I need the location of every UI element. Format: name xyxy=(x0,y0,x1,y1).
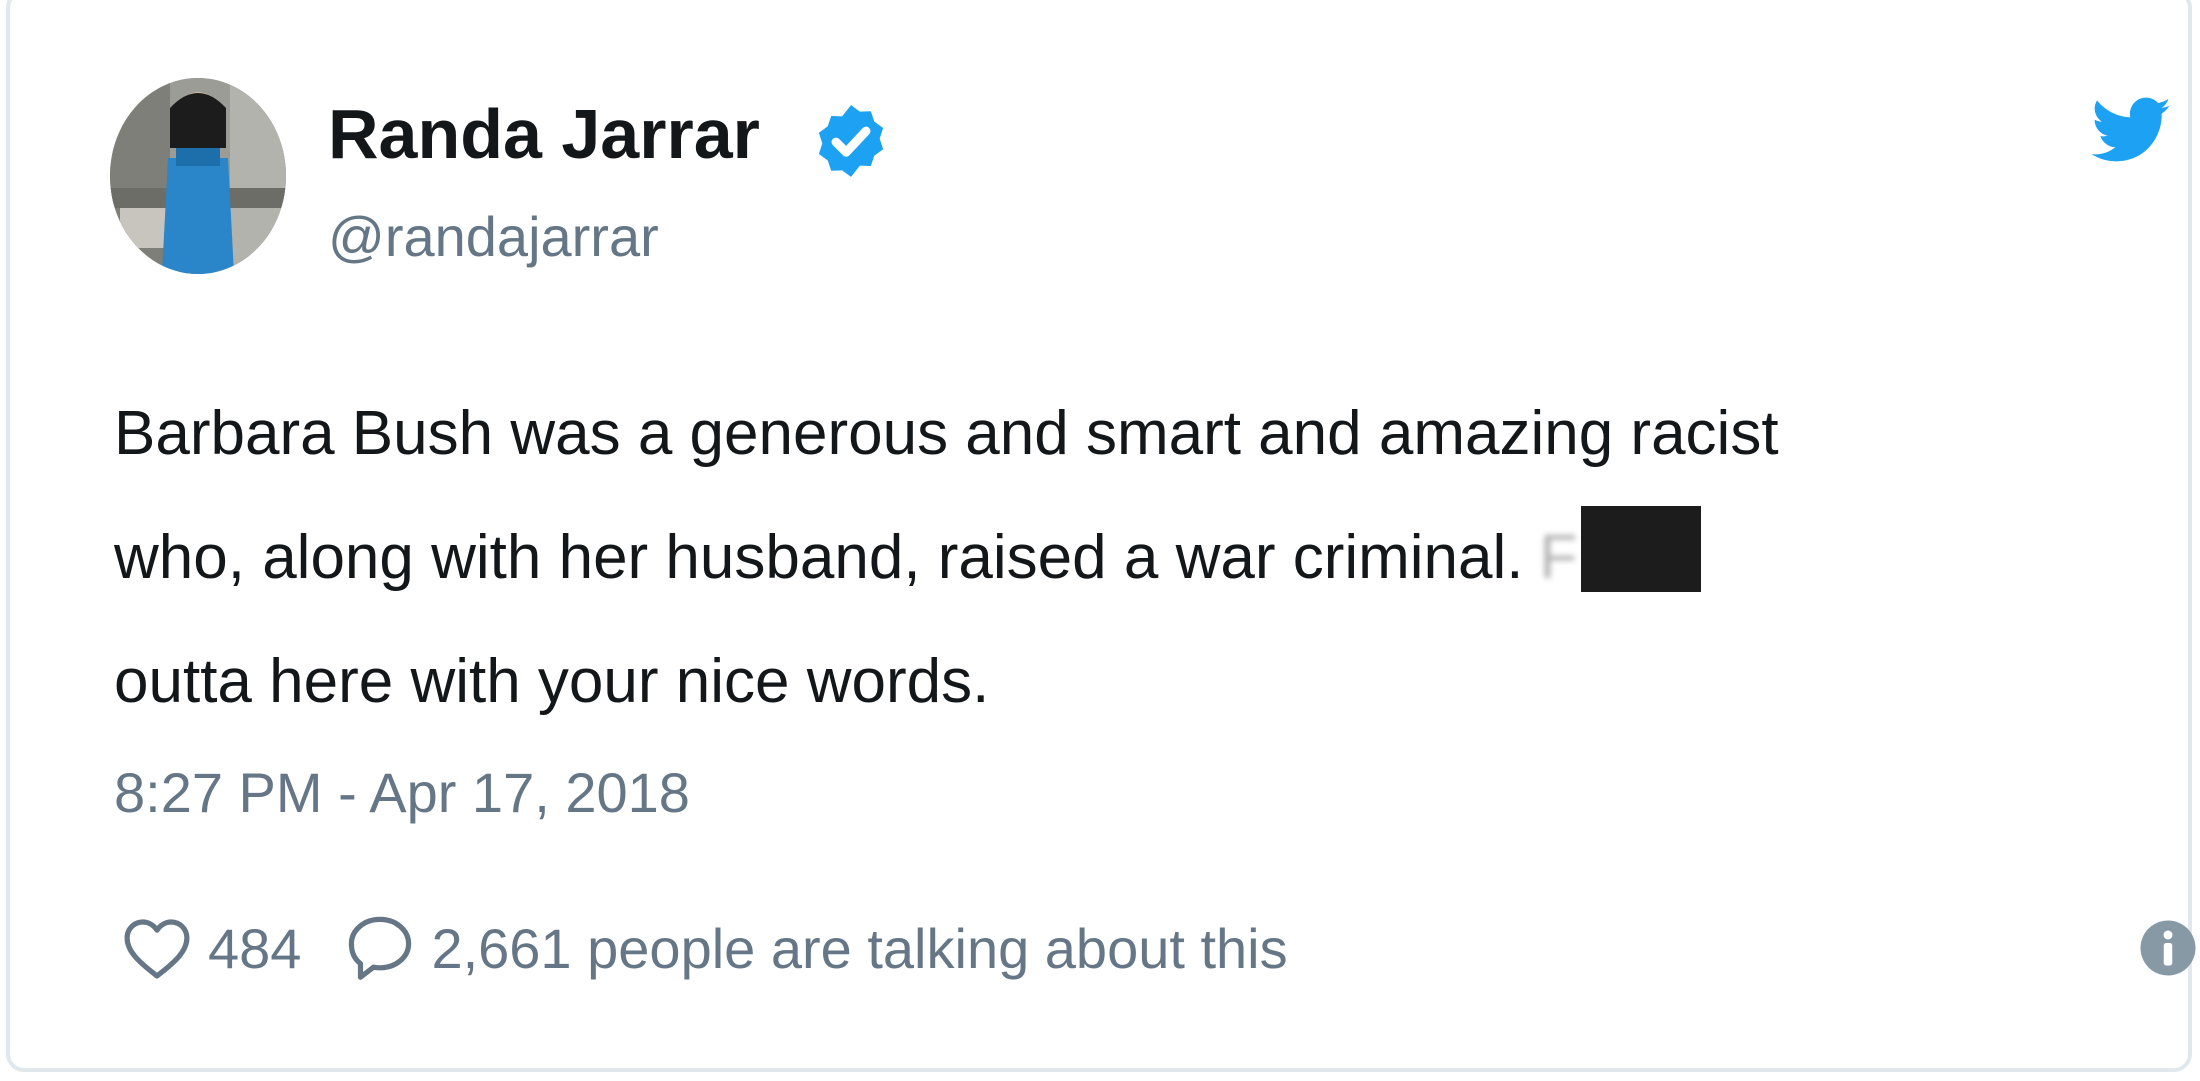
verified-badge-icon xyxy=(818,105,884,177)
talking-count[interactable]: 2,661 people are talking about this xyxy=(431,916,1287,981)
redaction-box xyxy=(1581,506,1702,592)
like-count[interactable]: 484 xyxy=(208,916,301,981)
author-handle[interactable]: @randajarrar xyxy=(328,202,659,272)
avatar[interactable] xyxy=(110,78,286,274)
tweet-line-2-text: who, along with her husband, raised a wa… xyxy=(114,523,1524,592)
info-icon[interactable] xyxy=(2138,918,2198,978)
action-bar: 484 2,661 people are talking about this xyxy=(118,908,1288,988)
tweet-timestamp[interactable]: 8:27 PM - Apr 17, 2018 xyxy=(114,758,690,828)
blurred-letter: F xyxy=(1539,523,1578,592)
speech-bubble-icon[interactable] xyxy=(341,909,419,987)
heart-icon[interactable] xyxy=(118,909,196,987)
tweet-card: Randa Jarrar @randajarrar Barbara Bush w… xyxy=(6,0,2196,1072)
author-name[interactable]: Randa Jarrar xyxy=(328,90,760,178)
twitter-bird-icon[interactable] xyxy=(2092,90,2172,170)
tweet-line-2: who, along with her husband, raised a wa… xyxy=(114,496,2174,620)
tweet-line-3: outta here with your nice words. xyxy=(114,647,990,716)
tweet-line-1: Barbara Bush was a generous and smart an… xyxy=(114,399,1779,468)
tweet-text: Barbara Bush was a generous and smart an… xyxy=(114,372,2174,744)
